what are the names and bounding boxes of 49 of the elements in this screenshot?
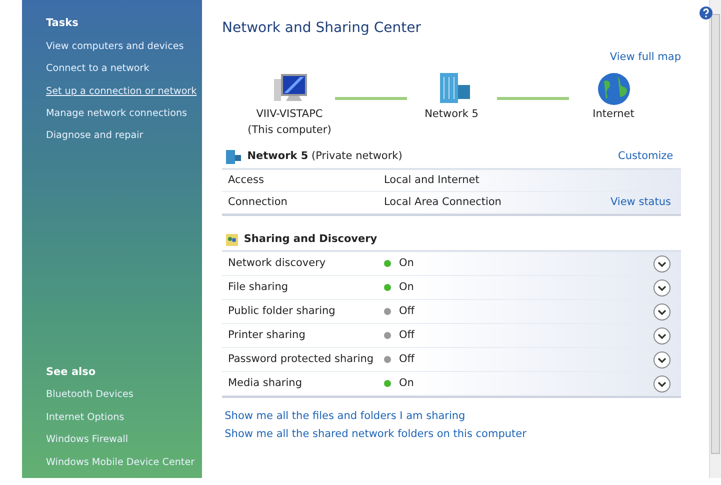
row-label: Password protected sharing xyxy=(228,352,375,367)
node-sublabel: (This computer) xyxy=(246,123,332,138)
sidebar-heading: Tasks xyxy=(46,16,80,31)
row-label: Access xyxy=(228,172,265,188)
expand-icon[interactable] xyxy=(653,350,671,368)
expand-icon[interactable] xyxy=(653,254,671,272)
sidebar-link[interactable]: Connect to a network xyxy=(46,62,150,77)
row-label: File sharing xyxy=(228,280,290,295)
row-label: Printer sharing xyxy=(228,328,306,343)
row-label: Connection xyxy=(228,194,288,210)
sidebar-link[interactable]: Diagnose and repair xyxy=(46,129,144,144)
section-heading: Sharing and Discovery xyxy=(244,232,378,247)
view-full-map-link[interactable]: View full map xyxy=(610,50,681,66)
sidebar-link[interactable]: Bluetooth Devices xyxy=(46,388,134,403)
status-text: On xyxy=(399,280,414,295)
sidebar-heading: See also xyxy=(46,364,97,380)
status-text: Off xyxy=(399,304,414,319)
sidebar-link[interactable]: Windows Firewall xyxy=(46,433,128,448)
status-text: Off xyxy=(399,352,414,367)
sharing-icon xyxy=(224,232,239,246)
status-text: On xyxy=(399,376,414,391)
connector-line xyxy=(496,97,568,100)
row-label: Public folder sharing xyxy=(228,304,336,319)
view-status-link[interactable]: View status xyxy=(610,194,671,210)
node-label: VIIV-VISTAPC xyxy=(255,107,324,122)
sidebar-link[interactable]: View computers and devices xyxy=(46,40,184,54)
sharing-link[interactable]: Show me all the files and folders I am sharing xyxy=(224,410,466,422)
expand-icon[interactable] xyxy=(653,374,671,392)
expand-icon[interactable] xyxy=(653,278,671,296)
row-label: Network discovery xyxy=(228,256,327,271)
expand-icon[interactable] xyxy=(653,302,671,320)
scrollbar[interactable] xyxy=(709,0,721,478)
connector-line xyxy=(334,97,406,100)
node-label: Network 5 xyxy=(424,107,480,122)
row-label: Media sharing xyxy=(228,376,303,391)
sharing-link[interactable]: Show me all the shared network folders on this computer xyxy=(224,428,526,440)
sidebar-link[interactable]: Windows Mobile Device Center xyxy=(46,456,195,470)
sidebar-link[interactable]: Set up a connection or network xyxy=(46,84,197,99)
row-value: Local Area Connection xyxy=(384,194,502,210)
page-title: Network and Sharing Center xyxy=(222,19,422,38)
customize-link[interactable]: Customize xyxy=(618,149,674,166)
status-text: Off xyxy=(399,328,414,343)
expand-icon[interactable] xyxy=(653,326,671,344)
row-value: Local and Internet xyxy=(384,172,480,188)
sidebar-link[interactable]: Manage network connections xyxy=(46,106,188,122)
sidebar-link[interactable]: Internet Options xyxy=(46,410,124,426)
status-text: On xyxy=(399,256,414,271)
network-name: Network 5 (Private network) xyxy=(247,149,402,164)
node-label: Internet xyxy=(592,107,636,122)
